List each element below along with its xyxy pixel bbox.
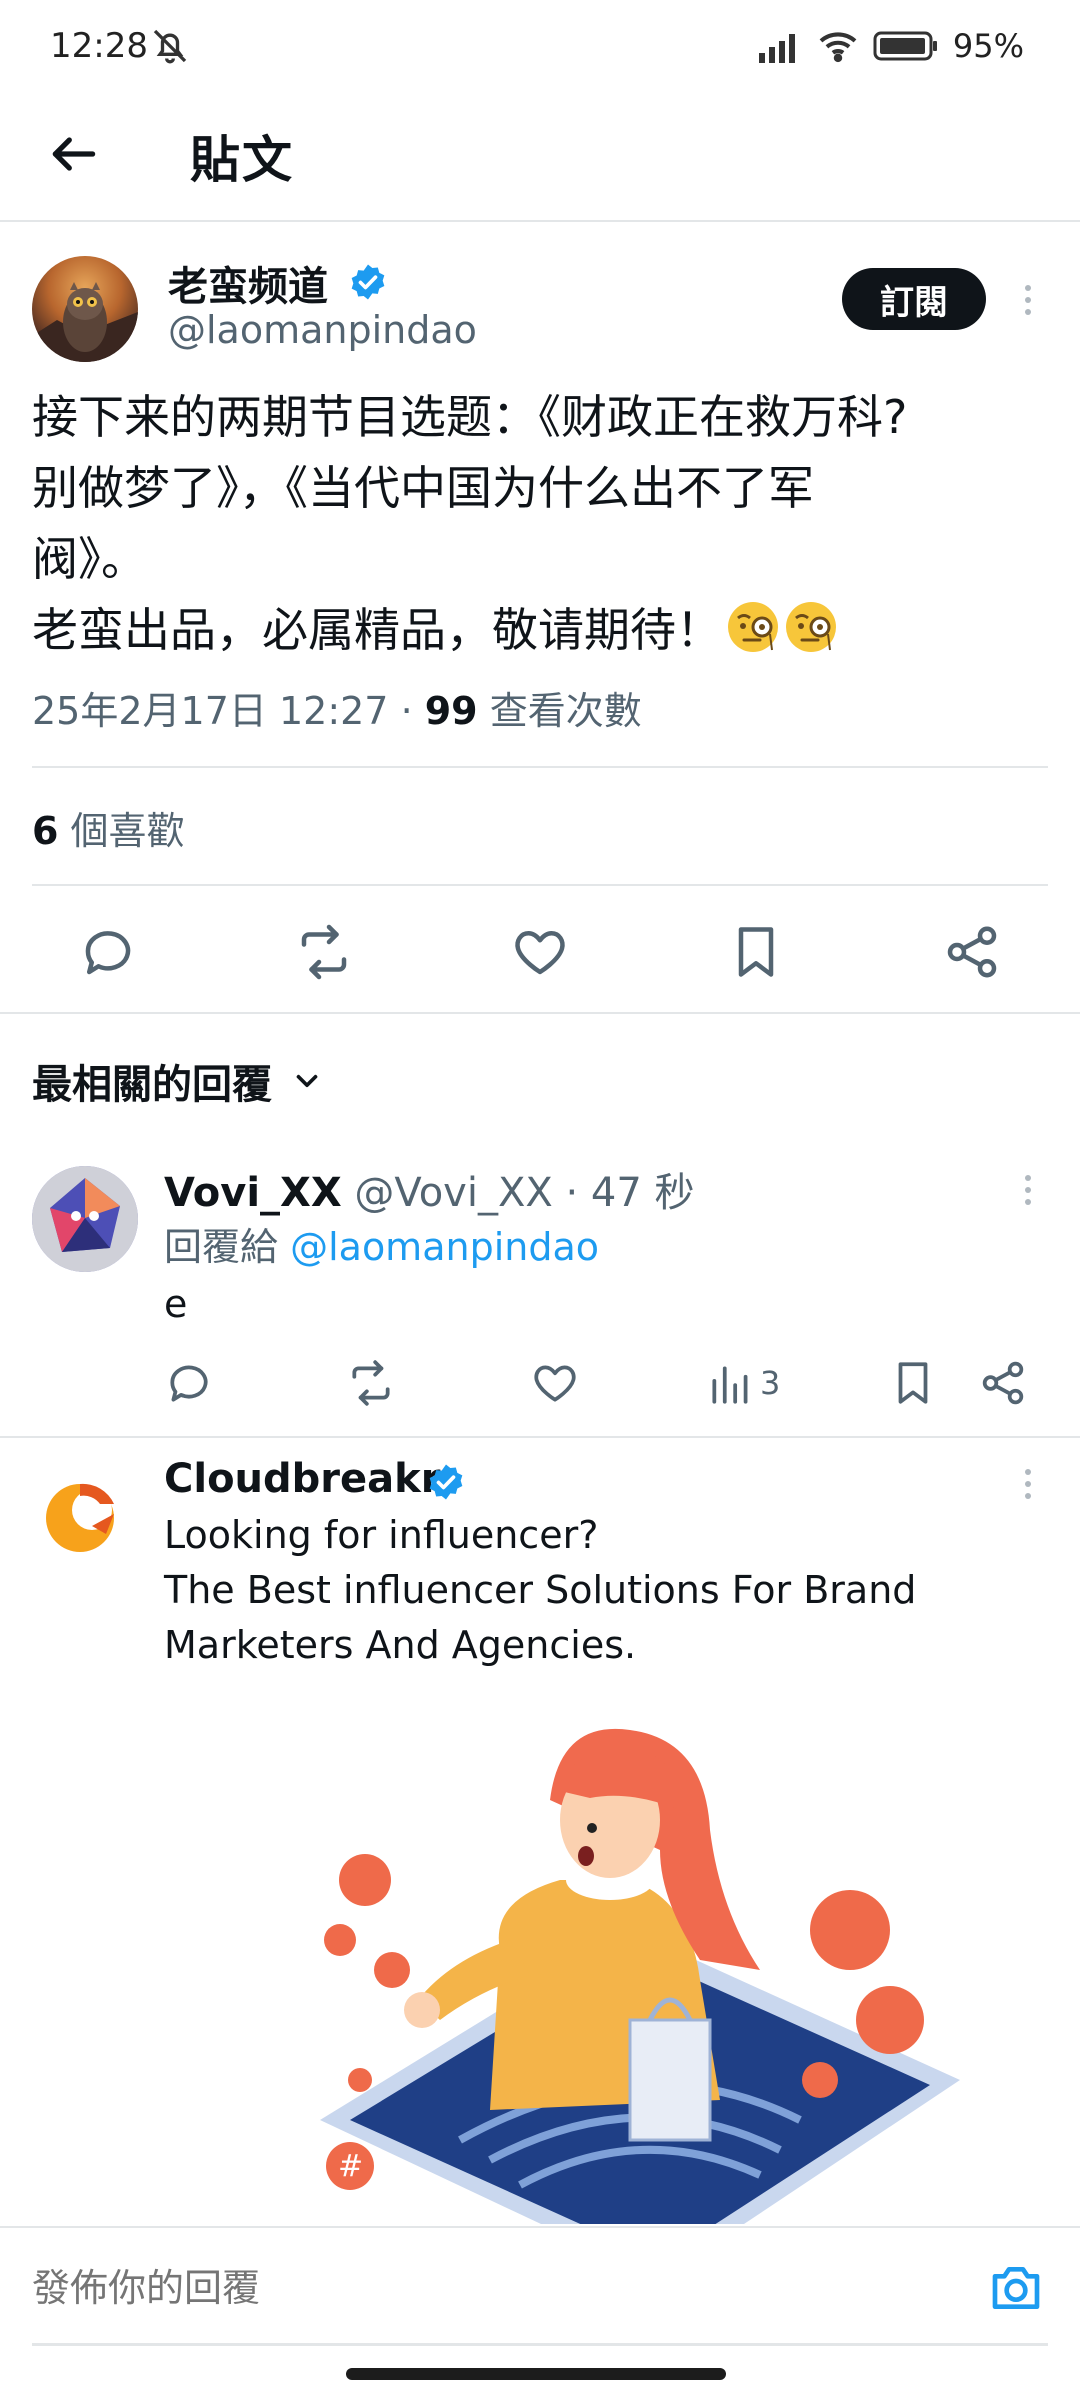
post-timestamp: 25年2月17日 12:27 — [32, 689, 389, 733]
reply-action-bar: 3 — [0, 1350, 1080, 1420]
status-bar: 12:28 95% — [0, 0, 1080, 92]
ad-line-1: Looking for influencer? — [164, 1513, 599, 1557]
geometric-avatar-image — [32, 1166, 138, 1272]
influencer-illustration: # — [160, 1680, 1050, 2224]
more-options-icon[interactable] — [1010, 278, 1046, 322]
post-line-3: 阀》。 — [32, 532, 147, 586]
post-body: 接下来的两期节目选题：《财政正在救万科? 别做梦了》，《当代中国为什么出不了军 … — [32, 382, 1052, 666]
like-heart-icon[interactable] — [530, 1358, 580, 1408]
battery-percent: 95% — [952, 27, 1024, 65]
reply-to-mention-link[interactable]: @laomanpindao — [290, 1225, 599, 1269]
section-divider — [0, 1436, 1080, 1438]
post-line-4: 老蛮出品，必属精品，敬请期待！ — [32, 595, 1052, 666]
owl-avatar-image — [32, 282, 138, 362]
bookmark-icon[interactable] — [888, 1358, 938, 1408]
composer-underline — [32, 2343, 1048, 2346]
ad-author-name[interactable]: Cloudbreakr — [164, 1456, 440, 1502]
ad-line-3: Marketers And Agencies. — [164, 1623, 637, 1667]
verified-badge-icon — [429, 1464, 463, 1500]
post-meta: 25年2月17日 12:27 · 99 查看次數 — [32, 680, 642, 735]
post-action-bar — [0, 912, 1080, 992]
divider — [32, 766, 1048, 768]
bell-off-icon — [153, 29, 187, 64]
share-icon[interactable] — [942, 922, 1002, 982]
post-line-1: 接下来的两期节目选题：《财政正在救万科? — [32, 390, 908, 444]
reply-author-name[interactable]: Vovi_XX — [164, 1170, 342, 1216]
wifi-icon — [819, 32, 857, 63]
reply-to-line: 回覆給 @laomanpindao — [164, 1216, 599, 1271]
more-options-icon[interactable] — [1010, 1168, 1046, 1212]
likes-label: 個喜歡 — [58, 809, 185, 853]
cloudbreakr-logo-icon[interactable] — [40, 1470, 130, 1560]
reply-handle-time: @Vovi_XX · 47 秒 — [341, 1170, 695, 1216]
author-avatar[interactable] — [32, 256, 138, 362]
author-handle[interactable]: @laomanpindao — [168, 308, 477, 352]
back-arrow-icon[interactable] — [46, 126, 102, 182]
subscribe-button[interactable]: 訂閱 — [842, 268, 986, 330]
top-app-bar: 貼文 — [0, 92, 1080, 222]
views-analytics-icon[interactable] — [706, 1358, 756, 1408]
reply-input[interactable] — [32, 2260, 932, 2316]
author-name[interactable]: 老蛮频道 — [168, 254, 328, 312]
reply-to-label: 回覆給 — [164, 1225, 291, 1269]
status-icons: 95% — [757, 24, 1024, 68]
verified-badge-icon — [351, 264, 385, 300]
status-time: 12:28 — [50, 26, 148, 66]
post-line-2: 别做梦了》，《当代中国为什么出不了军 — [32, 461, 814, 515]
likes-count: 6 — [32, 809, 59, 853]
svg-text:#: # — [338, 2149, 363, 2184]
views-label: 查看次數 — [477, 689, 642, 733]
ad-media-image[interactable]: # — [160, 1680, 1050, 2224]
more-options-icon[interactable] — [1010, 1462, 1046, 1506]
likes-summary[interactable]: 6 個喜歡 — [32, 800, 185, 855]
ad-line-2: The Best influencer Solutions For Brand — [164, 1568, 917, 1612]
views-count: 99 — [424, 689, 478, 733]
replies-heading: 最相關的回覆 — [32, 1062, 272, 1108]
meta-separator: · — [388, 689, 425, 733]
reply-header: Vovi_XX @Vovi_XX · 47 秒 — [164, 1160, 695, 1218]
reply-icon[interactable] — [78, 922, 138, 982]
reply-views-count: 3 — [760, 1364, 781, 1402]
reply-icon[interactable] — [164, 1358, 214, 1408]
section-divider — [0, 1012, 1080, 1014]
signal-icon — [758, 34, 795, 63]
reply-text: e — [164, 1282, 188, 1326]
post-line-4-text: 老蛮出品，必属精品，敬请期待！ — [32, 603, 722, 657]
bookmark-icon[interactable] — [726, 922, 786, 982]
camera-icon[interactable] — [988, 2262, 1044, 2314]
reply-composer — [0, 2226, 1080, 2346]
ad-body: Looking for influencer? The Best influen… — [164, 1508, 1054, 1673]
like-heart-icon[interactable] — [510, 922, 570, 982]
home-indicator[interactable] — [346, 2368, 726, 2380]
repost-icon[interactable] — [294, 922, 354, 982]
monocle-face-emoji-icon — [728, 602, 778, 652]
divider — [32, 884, 1048, 886]
chevron-down-icon — [296, 1074, 318, 1088]
replies-sort-dropdown[interactable]: 最相關的回覆 — [32, 1052, 324, 1110]
page-title: 貼文 — [190, 131, 294, 189]
monocle-face-emoji-icon — [786, 602, 836, 652]
share-icon[interactable] — [978, 1358, 1028, 1408]
reply-author-avatar[interactable] — [32, 1166, 138, 1272]
battery-icon — [873, 31, 937, 61]
repost-icon[interactable] — [346, 1358, 396, 1408]
